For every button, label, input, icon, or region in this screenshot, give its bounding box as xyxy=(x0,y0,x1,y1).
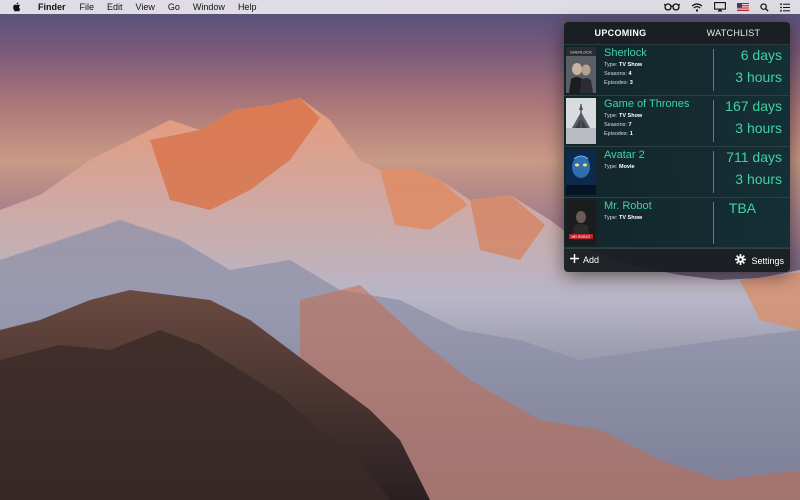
item-seasons: Seasons: 7 xyxy=(604,122,632,128)
item-divider xyxy=(713,151,714,193)
list-item-mr-robot[interactable]: MR ROBOT Mr. Robot Type: TV Show TBA xyxy=(564,198,790,249)
poster-image: MR ROBOT xyxy=(566,200,596,246)
gear-icon xyxy=(735,254,747,267)
flag-icon[interactable] xyxy=(737,3,749,11)
popover-tabs: UPCOMING WATCHLIST xyxy=(564,22,790,45)
item-title: Avatar 2 xyxy=(604,149,645,161)
poster-caption: SHERLOCK xyxy=(570,50,592,55)
poster-image xyxy=(566,98,596,144)
item-divider xyxy=(713,49,714,91)
add-button[interactable]: Add xyxy=(570,254,599,265)
apple-menu-icon[interactable] xyxy=(12,2,22,12)
upcoming-list: SHERLOCK Sherlock Type: TV Show Seasons:… xyxy=(564,45,790,249)
menu-window[interactable]: Window xyxy=(193,2,225,12)
menu-go[interactable]: Go xyxy=(168,2,180,12)
countdown-hours: 3 hours xyxy=(735,120,782,136)
wifi-icon[interactable] xyxy=(691,2,703,12)
poster-caption: MR ROBOT xyxy=(571,235,591,239)
menu-file[interactable]: File xyxy=(80,2,95,12)
status-icons xyxy=(664,0,790,14)
countdown-hours: 3 hours xyxy=(735,69,782,85)
settings-label: Settings xyxy=(751,255,784,266)
item-type: Type: TV Show xyxy=(604,62,643,68)
menu-edit[interactable]: Edit xyxy=(107,2,123,12)
list-item-game-of-thrones[interactable]: Game of Thrones Type: TV Show Seasons: 7… xyxy=(564,96,790,147)
poster-image xyxy=(566,149,596,195)
settings-button[interactable]: Settings xyxy=(735,254,784,267)
upcoming-popover: UPCOMING WATCHLIST SHERLOCK Sherlock Typ… xyxy=(564,22,790,272)
airplay-icon[interactable] xyxy=(714,2,726,12)
countdown-days: 6 days xyxy=(740,47,782,63)
item-type: Type: TV Show xyxy=(604,215,643,221)
glasses-icon[interactable] xyxy=(664,2,680,12)
add-label: Add xyxy=(583,254,600,265)
countdown-hours: 3 hours xyxy=(735,171,782,187)
item-episodes: Episodes: 3 xyxy=(604,80,633,86)
item-divider xyxy=(713,202,714,244)
menu-app-name[interactable]: Finder xyxy=(38,2,66,12)
spotlight-icon[interactable] xyxy=(760,2,769,12)
item-type: Type: TV Show xyxy=(604,113,643,119)
item-title: Sherlock xyxy=(604,47,647,59)
plus-icon xyxy=(570,254,579,265)
menu-help[interactable]: Help xyxy=(238,2,257,12)
poster-image: SHERLOCK xyxy=(566,47,596,93)
popover-footer: Add Settings xyxy=(564,247,790,272)
item-seasons: Seasons: 4 xyxy=(604,71,632,77)
notification-center-icon[interactable] xyxy=(780,2,790,12)
tab-watchlist[interactable]: WATCHLIST xyxy=(677,22,790,44)
list-item-sherlock[interactable]: SHERLOCK Sherlock Type: TV Show Seasons:… xyxy=(564,45,790,96)
item-divider xyxy=(713,100,714,142)
item-episodes: Episodes: 1 xyxy=(604,131,633,137)
tab-upcoming[interactable]: UPCOMING xyxy=(564,22,677,44)
list-item-avatar-2[interactable]: Avatar 2 Type: Movie 711 days 3 hours xyxy=(564,147,790,198)
item-title: Game of Thrones xyxy=(604,98,690,110)
countdown-days: TBA xyxy=(728,200,756,216)
menu-view[interactable]: View xyxy=(136,2,155,12)
menu-bar: Finder File Edit View Go Window Help xyxy=(0,0,800,14)
countdown-days: 167 days xyxy=(725,98,782,114)
item-title: Mr. Robot xyxy=(604,200,652,212)
item-type: Type: Movie xyxy=(604,164,635,170)
countdown-days: 711 days xyxy=(726,149,782,165)
